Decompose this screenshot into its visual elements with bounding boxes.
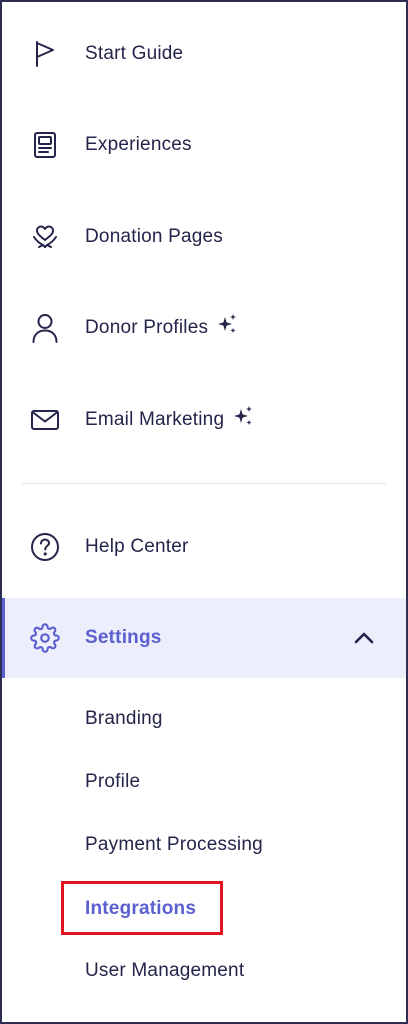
nav-item-start-guide[interactable]: Start Guide: [2, 14, 406, 94]
heart-hands-icon: [30, 222, 60, 252]
question-circle-icon: [30, 532, 60, 562]
nav-label: Start Guide: [85, 43, 184, 64]
active-indicator: [2, 598, 5, 678]
nav-item-settings[interactable]: Settings: [2, 598, 406, 678]
nav-label: Help Center: [85, 536, 189, 557]
nav-label: Donation Pages: [85, 226, 224, 247]
gear-icon: [30, 623, 60, 653]
nav-label: Email Marketing: [85, 406, 254, 434]
sparkle-icon: [232, 405, 254, 433]
nav-label-text: Donor Profiles: [85, 317, 209, 339]
person-icon: [30, 313, 60, 343]
nav-label: Experiences: [85, 134, 192, 155]
settings-sub-item-payment-processing[interactable]: Payment Processing: [85, 834, 263, 856]
divider: [22, 483, 386, 484]
nav-label: Donor Profiles: [85, 314, 238, 342]
nav-item-experiences[interactable]: Experiences: [2, 105, 406, 185]
settings-sub-item-user-management[interactable]: User Management: [85, 960, 244, 982]
envelope-icon: [30, 405, 60, 435]
sidebar-frame: Start Guide Experiences Donation Pages D…: [0, 0, 408, 1024]
settings-sub-item-branding[interactable]: Branding: [85, 708, 163, 730]
nav-item-email-marketing[interactable]: Email Marketing: [2, 380, 406, 460]
nav-label-text: Email Marketing: [85, 409, 225, 431]
chevron-up-icon[interactable]: [352, 626, 376, 650]
sparkle-icon: [216, 313, 238, 341]
settings-sub-item-profile[interactable]: Profile: [85, 771, 140, 793]
nav-label: Settings: [85, 627, 162, 648]
document-icon: [30, 130, 60, 160]
nav-item-donor-profiles[interactable]: Donor Profiles: [2, 288, 406, 368]
settings-sub-item-integrations[interactable]: Integrations: [85, 898, 196, 920]
flag-icon: [30, 39, 60, 69]
nav-item-donation-pages[interactable]: Donation Pages: [2, 197, 406, 277]
nav-item-help-center[interactable]: Help Center: [2, 507, 406, 587]
